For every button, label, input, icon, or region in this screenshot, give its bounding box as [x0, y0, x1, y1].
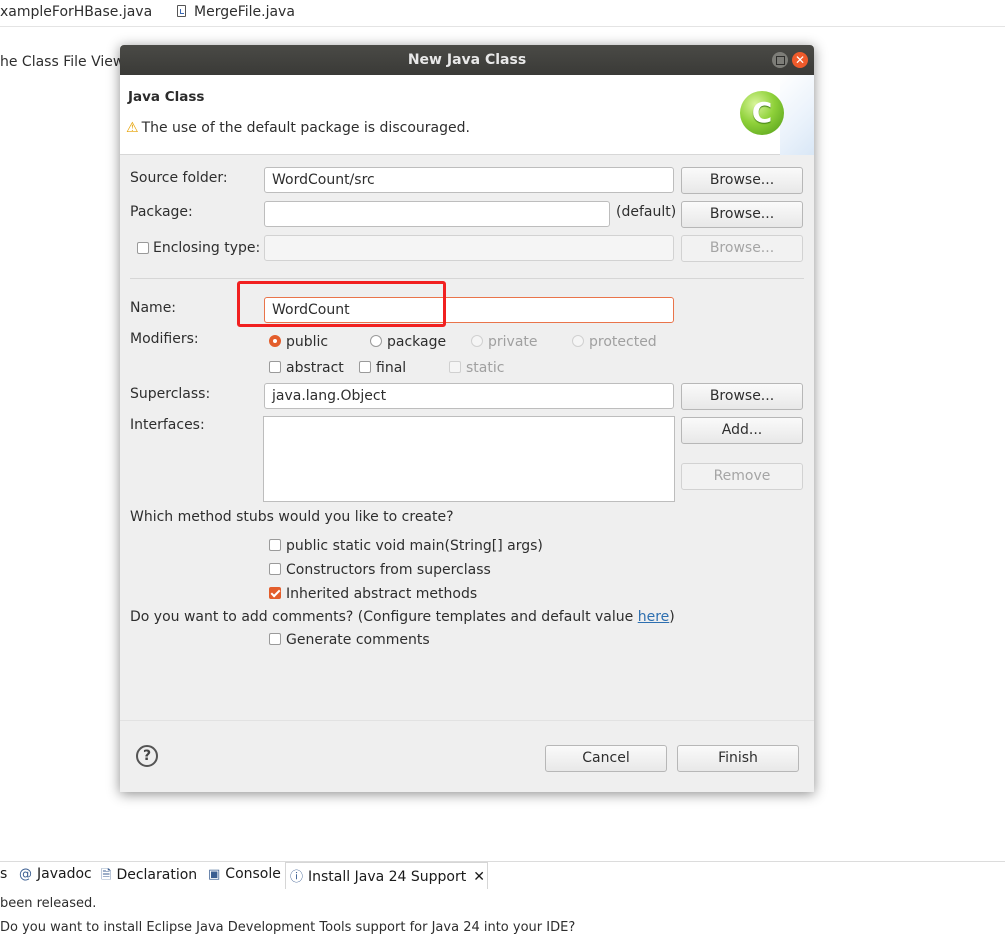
interfaces-list[interactable]: [263, 416, 675, 502]
configure-templates-link[interactable]: here: [638, 609, 670, 625]
info-icon: ⓘ: [290, 870, 304, 885]
cancel-button[interactable]: Cancel: [545, 745, 667, 772]
help-button[interactable]: ?: [136, 745, 158, 767]
inherited-methods-label: Inherited abstract methods: [286, 586, 478, 602]
tab-label: Install Java 24 Support: [308, 869, 467, 885]
static-checkbox[interactable]: [449, 361, 461, 373]
panel-message: been released.: [0, 896, 97, 911]
abstract-label: abstract: [286, 360, 344, 376]
main-method-checkbox[interactable]: [269, 539, 281, 551]
radio-package-label: package: [387, 334, 447, 350]
java-file-icon: [177, 5, 186, 17]
java-class-icon: C: [740, 91, 784, 135]
tab-label: Declaration: [116, 867, 198, 883]
new-java-class-dialog: New Java Class ✕ Java Class ⚠ The use of …: [120, 45, 814, 792]
method-stubs-question: Which method stubs would you like to cre…: [130, 509, 454, 525]
declaration-icon: 🗎: [101, 868, 112, 883]
superclass-browse-button[interactable]: Browse...: [681, 383, 803, 410]
warning-text: The use of the default package is discou…: [141, 120, 470, 136]
editor-tab-examplefor-hbase[interactable]: xampleForHBase.java: [0, 4, 152, 20]
source-folder-browse-button[interactable]: Browse...: [681, 167, 803, 194]
enclosing-type-browse-button[interactable]: Browse...: [681, 235, 803, 262]
package-field[interactable]: [264, 201, 610, 227]
console-icon: ▣: [208, 867, 221, 882]
radio-private[interactable]: [471, 335, 483, 347]
package-browse-button[interactable]: Browse...: [681, 201, 803, 228]
tab-label: s: [0, 866, 8, 882]
remove-interface-button[interactable]: Remove: [681, 463, 803, 490]
radio-package[interactable]: [370, 335, 382, 347]
package-label: Package:: [130, 204, 193, 220]
main-method-label: public static void main(String[] args): [286, 538, 543, 554]
radio-protected-label: protected: [589, 334, 657, 350]
editor-content-text: he Class File Viewe: [0, 54, 133, 70]
tab-label: Javadoc: [37, 866, 92, 882]
comments-question-text: Do you want to add comments? (Configure …: [130, 609, 638, 625]
radio-public[interactable]: [269, 335, 281, 347]
tab-declaration[interactable]: 🗎 Declaration: [101, 866, 197, 888]
static-label: static: [466, 360, 505, 376]
generate-comments-checkbox[interactable]: [269, 633, 281, 645]
package-default-label: (default): [616, 204, 677, 220]
interfaces-label: Interfaces:: [130, 417, 205, 433]
comments-question-suffix: ): [669, 609, 675, 625]
final-checkbox[interactable]: [359, 361, 371, 373]
tab-javadoc[interactable]: @ Javadoc: [19, 866, 92, 882]
tab-install-java-24[interactable]: ⓘ Install Java 24 Support ✕: [290, 866, 485, 885]
dialog-title: New Java Class: [407, 52, 527, 68]
source-folder-field[interactable]: WordCount/src: [264, 167, 674, 193]
editor-tab-mergefile[interactable]: MergeFile.java: [177, 4, 295, 20]
superclass-field[interactable]: java.lang.Object: [264, 383, 674, 409]
editor-tab-label: MergeFile.java: [194, 4, 295, 20]
inherited-methods-checkbox[interactable]: [269, 587, 281, 599]
radio-private-label: private: [488, 334, 538, 350]
add-interface-button[interactable]: Add...: [681, 417, 803, 444]
radio-protected[interactable]: [572, 335, 584, 347]
name-label: Name:: [130, 300, 177, 316]
radio-public-label: public: [286, 334, 329, 350]
warning-icon: ⚠: [126, 120, 139, 136]
enclosing-type-label: Enclosing type:: [153, 240, 261, 256]
final-label: final: [376, 360, 407, 376]
maximize-button[interactable]: [772, 52, 788, 68]
help-icon: ?: [142, 748, 152, 764]
abstract-checkbox[interactable]: [269, 361, 281, 373]
at-icon: @: [19, 867, 32, 882]
tab-problems[interactable]: s: [0, 866, 7, 882]
modifiers-label: Modifiers:: [130, 331, 199, 347]
tab-console[interactable]: ▣ Console: [208, 866, 281, 882]
source-folder-label: Source folder:: [130, 170, 228, 186]
enclosing-type-field[interactable]: [264, 235, 674, 261]
tab-label: Console: [225, 866, 281, 882]
header-warning: ⚠ The use of the default package is disco…: [126, 120, 470, 136]
header-title: Java Class: [128, 89, 205, 105]
separator: [130, 278, 804, 279]
finish-button[interactable]: Finish: [677, 745, 799, 772]
generate-comments-label: Generate comments: [286, 632, 430, 648]
editor-tab-label: xampleForHBase.java: [0, 4, 153, 20]
close-button[interactable]: ✕: [792, 52, 808, 68]
dialog-header: Java Class ⚠ The use of the default packa…: [120, 75, 814, 155]
close-icon: ✕: [794, 53, 806, 67]
constructors-checkbox[interactable]: [269, 563, 281, 575]
comments-question: Do you want to add comments? (Configure …: [130, 609, 675, 625]
header-decoration: [780, 75, 814, 155]
footer-separator: [120, 720, 814, 721]
superclass-label: Superclass:: [130, 386, 211, 402]
close-icon[interactable]: ✕: [473, 869, 485, 885]
enclosing-type-checkbox[interactable]: [137, 242, 149, 254]
constructors-label: Constructors from superclass: [286, 562, 491, 578]
highlight-box: [237, 281, 446, 327]
